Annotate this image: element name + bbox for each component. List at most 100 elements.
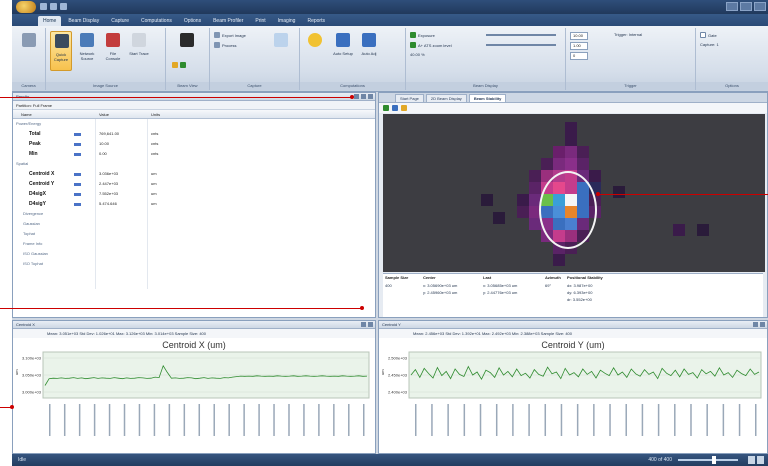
tab-options[interactable]: Options [179, 16, 206, 26]
gate-checkbox[interactable]: Gate [700, 32, 717, 38]
panel-close-icon[interactable] [760, 322, 765, 327]
x-tick-label [183, 404, 186, 436]
auto-adjust-button[interactable]: Auto Adj [358, 31, 380, 71]
close-button[interactable] [754, 2, 766, 11]
exposure-slider[interactable] [486, 34, 556, 36]
results-row[interactable]: Total 769,641.00 cnts [13, 130, 375, 138]
tab-home[interactable]: Home [38, 16, 62, 26]
minimize-button[interactable] [726, 2, 738, 11]
tab-computations[interactable]: Computations [136, 16, 177, 26]
results-row[interactable]: Power/Energy [13, 120, 375, 128]
save-icon[interactable] [392, 105, 398, 111]
panel-pin-icon[interactable] [361, 94, 366, 99]
start-trace-button[interactable]: Start Trace [128, 31, 150, 71]
mini-chart-icon[interactable] [74, 153, 81, 156]
auto-setup-icon [336, 33, 350, 47]
result-unit: um [151, 171, 157, 176]
results-row[interactable]: Min 0.00 cnts [13, 150, 375, 158]
mini-chart-icon[interactable] [74, 183, 81, 186]
panel-menu-icon[interactable] [354, 94, 359, 99]
grid-icon[interactable] [180, 62, 186, 68]
tab-reports[interactable]: Reports [302, 16, 330, 26]
tab-start-page[interactable]: Start Page [395, 94, 424, 102]
zoom-slider[interactable] [678, 459, 738, 461]
ats-zoom-control[interactable]: A+ ATS zoom level [410, 42, 452, 48]
column-value[interactable]: Value [99, 110, 109, 119]
heatmap-cell [529, 182, 541, 194]
refresh-icon[interactable] [383, 105, 389, 111]
snapshot-button[interactable] [270, 31, 292, 71]
panel-close-icon[interactable] [368, 322, 373, 327]
tab-beam-display[interactable]: Beam Display [63, 16, 104, 26]
x-tick-label [657, 404, 660, 436]
result-name: Tophat [23, 231, 36, 236]
panel-close-icon[interactable] [368, 94, 373, 99]
heatmap-cell [481, 194, 493, 206]
app-menu-orb-icon[interactable] [16, 1, 36, 13]
maximize-button[interactable] [740, 2, 752, 11]
title-bar [12, 0, 768, 14]
panel-menu-icon[interactable] [753, 322, 758, 327]
spin-value-1[interactable]: 10.00 [570, 32, 588, 40]
results-row[interactable]: ISO Tophat [13, 260, 375, 268]
zoom-percent: 40.00 % [410, 52, 425, 57]
x-tick-label [576, 404, 579, 436]
results-row[interactable]: Divergence [13, 210, 375, 218]
column-units[interactable]: Units [151, 110, 160, 119]
results-row[interactable]: D4sigX 7.552e+03 um [13, 190, 375, 198]
save-icon[interactable] [40, 3, 47, 10]
auto-setup-button[interactable]: Auto Setup [332, 31, 354, 71]
window-controls [726, 2, 766, 11]
panel-menu-icon[interactable] [361, 322, 366, 327]
undo-icon[interactable] [50, 3, 57, 10]
trigger-select[interactable]: Trigger: Internal [614, 32, 642, 37]
result-unit: cnts [151, 151, 159, 156]
results-row[interactable]: Peak 10.00 cnts [13, 140, 375, 148]
results-row[interactable]: Gaussian [13, 220, 375, 228]
results-row[interactable]: D4sigY 5.474.646 um [13, 200, 375, 208]
zoom-slider-knob[interactable] [712, 456, 716, 464]
results-row[interactable]: ISO Gaussian [13, 250, 375, 258]
results-row[interactable]: Spatial [13, 160, 375, 168]
folder-icon[interactable] [172, 62, 178, 68]
tab-beam-stability[interactable]: Beam Stability [468, 94, 507, 102]
mini-chart-icon[interactable] [74, 133, 81, 136]
beam-profiler-button[interactable] [18, 31, 40, 71]
mini-chart-icon[interactable] [74, 203, 81, 206]
export-image-button[interactable]: Export Image [214, 32, 246, 38]
results-row[interactable]: Frame Info [13, 240, 375, 248]
tab-beam-profiler[interactable]: Beam Profiler [208, 16, 248, 26]
result-value: 769,641.00 [99, 131, 120, 136]
fullscreen-icon[interactable] [757, 456, 764, 464]
result-unit: um [151, 191, 157, 196]
quick-capture-button[interactable]: Quick Capture [50, 31, 72, 71]
tab-capture[interactable]: Capture [106, 16, 134, 26]
results-row[interactable]: Tophat [13, 230, 375, 238]
layout-icon[interactable] [748, 456, 755, 464]
callout-dot-4 [596, 192, 600, 196]
settings-icon[interactable] [401, 105, 407, 111]
exposure-control[interactable]: Exposure [410, 32, 435, 38]
process-button[interactable]: Process [214, 42, 236, 48]
spin-value-2[interactable]: 1.00 [570, 42, 588, 50]
mini-chart-icon[interactable] [74, 143, 81, 146]
file-console-button[interactable]: File Console [102, 31, 124, 71]
result-name: Frame Info [23, 241, 43, 246]
tab-imaging[interactable]: Imaging [273, 16, 301, 26]
lightbulb-button[interactable] [304, 31, 326, 71]
mini-chart-icon[interactable] [74, 173, 81, 176]
gain-slider[interactable] [486, 44, 556, 46]
mini-chart-icon[interactable] [74, 193, 81, 196]
column-name[interactable]: Name [21, 110, 32, 119]
results-row[interactable]: Centroid Y 2.447e+03 um [13, 180, 375, 188]
capture-count[interactable]: Capture: 1 [700, 42, 719, 47]
partition-filter[interactable]: Partition: Full Frame [13, 101, 375, 110]
y-tick-label: 2.500e+03 [388, 356, 408, 361]
network-source-button[interactable]: Network Source [76, 31, 98, 71]
results-row[interactable]: Centroid X 3.036e+03 um [13, 170, 375, 178]
tab-2d-beam-display[interactable]: 2D Beam Display [425, 94, 467, 102]
tab-print[interactable]: Print [250, 16, 270, 26]
redo-icon[interactable] [60, 3, 67, 10]
result-name: Divergence [23, 211, 44, 216]
spin-value-3[interactable]: 0 [570, 52, 588, 60]
